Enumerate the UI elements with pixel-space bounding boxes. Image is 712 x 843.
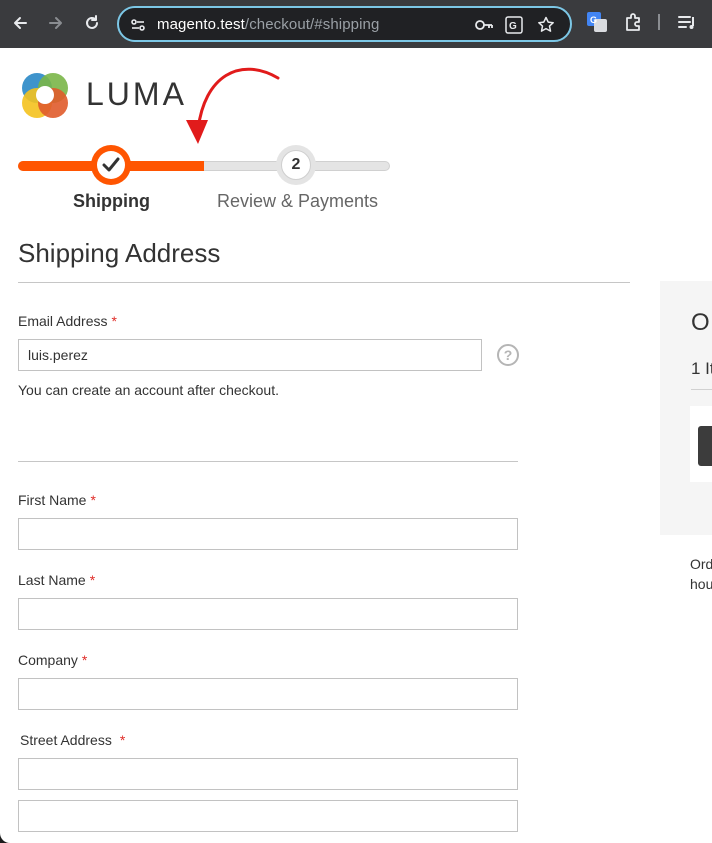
first-name-label: First Name * — [18, 492, 96, 508]
luma-logo-text[interactable]: LUMA — [86, 76, 187, 113]
shipping-address-title: Shipping Address — [18, 238, 221, 268]
url-host: magento.test — [157, 16, 245, 33]
red-annotation-arrow — [186, 67, 280, 144]
reading-list-icon[interactable] — [677, 12, 697, 37]
bookmark-star-icon[interactable] — [537, 16, 555, 39]
reload-icon — [86, 15, 98, 29]
google-translate-extension-icon[interactable]: G — [587, 12, 607, 37]
last-name-input[interactable] — [18, 598, 518, 630]
summary-divider — [691, 389, 712, 390]
cart-item-thumbnail — [690, 406, 712, 482]
url-path: /checkout/#shipping — [244, 16, 380, 33]
back-arrow-icon — [14, 17, 27, 29]
svg-text:G: G — [590, 15, 597, 25]
items-in-cart-toggle[interactable]: 1 It — [691, 359, 712, 379]
required-marker: * — [119, 732, 126, 748]
browser-toolbar: magento.test/checkout/#shipping G G — [0, 0, 712, 48]
step-review-marker[interactable]: 2 — [276, 145, 316, 185]
checkmark-icon — [102, 157, 120, 172]
toolbar-divider — [658, 14, 660, 30]
email-help-icon[interactable]: ? — [497, 344, 519, 366]
step-shipping-marker[interactable] — [91, 145, 131, 185]
form-divider — [18, 461, 518, 462]
company-label-text: Company — [18, 652, 78, 668]
checkout-page: LUMA 2 Shipping Review & Payments Shippi… — [0, 48, 712, 843]
first-name-label-text: First Name — [18, 492, 87, 508]
title-divider — [18, 282, 630, 283]
step-review-label[interactable]: Review & Payments — [217, 191, 378, 212]
street-line1-input[interactable] — [18, 758, 518, 790]
svg-text:G: G — [509, 21, 517, 32]
email-input[interactable] — [18, 339, 482, 371]
required-marker: * — [81, 652, 88, 668]
email-note: You can create an account after checkout… — [18, 382, 279, 398]
back-button[interactable] — [8, 11, 32, 35]
last-name-label-text: Last Name — [18, 572, 86, 588]
step-number: 2 — [281, 150, 311, 180]
street-address-label: Street Address * — [20, 732, 125, 748]
step-shipping-label[interactable]: Shipping — [73, 191, 150, 212]
company-label: Company * — [18, 652, 87, 668]
street-line2-input[interactable] — [18, 800, 518, 832]
last-name-label: Last Name * — [18, 572, 95, 588]
bag-product-image — [698, 426, 712, 466]
password-key-icon[interactable] — [474, 16, 494, 39]
site-settings-icon[interactable] — [129, 16, 147, 39]
email-label-text: Email Address — [18, 313, 108, 329]
translate-icon[interactable]: G — [505, 16, 523, 39]
email-label: Email Address * — [18, 313, 117, 329]
order-summary-title: O — [691, 309, 710, 336]
address-bar[interactable]: magento.test/checkout/#shipping G — [117, 6, 572, 42]
required-marker: * — [90, 492, 96, 508]
side-note-line2: hou — [690, 576, 712, 592]
required-marker: * — [89, 572, 96, 588]
reload-button[interactable] — [80, 11, 104, 35]
url-text[interactable]: magento.test/checkout/#shipping — [157, 16, 379, 33]
first-name-input[interactable] — [18, 518, 518, 550]
street-address-label-text: Street Address — [20, 732, 112, 748]
order-summary-panel: O 1 It — [660, 281, 712, 535]
required-marker: * — [111, 313, 117, 329]
checkout-progress-bar — [18, 161, 390, 171]
forward-button[interactable] — [44, 11, 68, 35]
extensions-puzzle-icon[interactable] — [624, 12, 644, 37]
side-note-line1: Ord — [690, 556, 712, 572]
forward-arrow-icon — [49, 17, 62, 29]
luma-logo-icon[interactable] — [18, 68, 72, 122]
company-input[interactable] — [18, 678, 518, 710]
